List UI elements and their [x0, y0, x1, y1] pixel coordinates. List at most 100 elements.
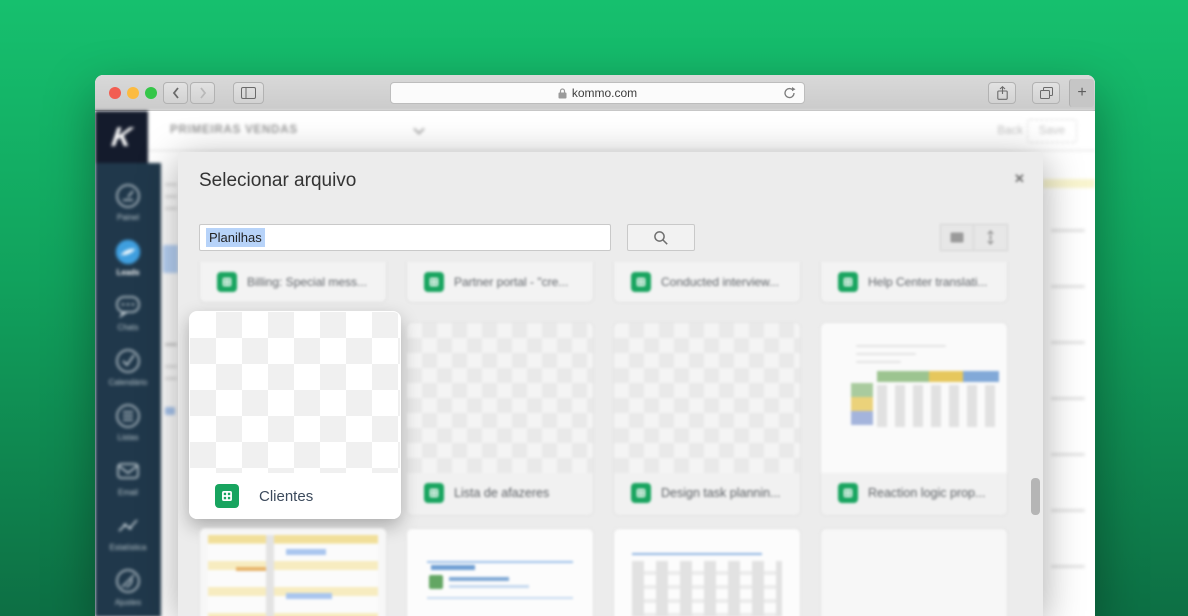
search-button[interactable] [627, 224, 695, 251]
sidebar-label: Calendário [108, 378, 148, 387]
sort-button[interactable] [974, 224, 1008, 251]
file-card[interactable]: Reaction logic prop... [820, 322, 1008, 516]
sheets-icon [631, 272, 651, 292]
file-row-item[interactable]: Partner portal - "cre... [406, 262, 594, 303]
sidebar-toggle-button[interactable] [233, 82, 264, 104]
grid-view-button[interactable] [940, 224, 974, 251]
file-thumbnail [614, 323, 800, 473]
sort-arrows-icon [986, 230, 995, 245]
sidebar-item-chats[interactable]: Chats [95, 291, 161, 332]
address-url: kommo.com [571, 86, 638, 100]
link-fragment [165, 407, 175, 415]
sheets-icon [215, 484, 239, 508]
file-thumbnail-transparent [190, 312, 400, 474]
highlight-row-fragment [1043, 179, 1095, 188]
tab-overview-button[interactable] [1032, 82, 1060, 104]
file-thumbnail [407, 529, 593, 616]
sidebar-item-estatistica[interactable]: Estatística [95, 511, 161, 552]
tabs-icon [1039, 87, 1053, 99]
plus-icon: + [1077, 84, 1087, 101]
pipeline-title[interactable]: PRIMEIRAS VENDAS [170, 124, 298, 136]
list-icon [113, 401, 143, 431]
minimize-window-button[interactable] [127, 87, 139, 99]
lock-icon [558, 87, 567, 99]
sheets-icon [424, 483, 444, 503]
chevron-left-icon [172, 87, 180, 99]
leads-icon [113, 236, 143, 266]
share-icon [996, 86, 1008, 100]
sheets-icon [838, 483, 858, 503]
sidebar-item-ajustes[interactable]: Ajustes [95, 566, 161, 607]
new-tab-button[interactable]: + [1069, 79, 1094, 107]
address-bar[interactable]: kommo.com [390, 82, 805, 104]
file-title: Lista de afazeres [454, 486, 550, 500]
zoom-window-button[interactable] [145, 87, 157, 99]
sidebar-label: Leads [116, 268, 140, 277]
sidebar-item-calendario[interactable]: Calendário [95, 346, 161, 387]
app-header: PRIMEIRAS VENDAS Back Save [148, 111, 1095, 151]
sidebar-label: Estatística [109, 543, 147, 552]
file-card[interactable] [406, 528, 594, 616]
file-card[interactable]: Lista de afazeres [406, 322, 594, 516]
file-title: Conducted interview... [661, 275, 780, 289]
envelope-icon [113, 456, 143, 486]
sheets-icon [631, 483, 651, 503]
file-card[interactable] [613, 528, 801, 616]
close-icon[interactable]: ✕ [1014, 171, 1025, 187]
sidebar-item-email[interactable]: Email [95, 456, 161, 497]
web-page: K PRIMEIRAS VENDAS Back Save Painel Lead… [95, 111, 1095, 616]
chevron-right-icon [199, 87, 207, 99]
chevron-down-icon[interactable] [413, 127, 425, 135]
check-circle-icon [113, 346, 143, 376]
grid-view-icon [950, 232, 964, 243]
file-title: Clientes [259, 487, 314, 505]
sidebar-item-painel[interactable]: Painel [95, 181, 161, 222]
sidebar-label: Listas [117, 433, 139, 442]
file-thumbnail [821, 323, 1007, 473]
file-card[interactable] [199, 528, 387, 616]
browser-toolbar: kommo.com + [95, 75, 1095, 111]
search-input[interactable]: Planilhas [199, 224, 611, 251]
dashboard-icon [113, 181, 143, 211]
stats-icon [113, 511, 143, 541]
refresh-icon[interactable] [783, 86, 796, 100]
kommo-logo-icon: K [109, 121, 134, 152]
file-title: Design task plannin... [661, 486, 781, 500]
file-title: Billing: Special mess... [247, 275, 368, 289]
sidebar-label: Ajustes [114, 598, 142, 607]
file-title: Partner portal - "cre... [454, 275, 569, 289]
sheets-icon [424, 272, 444, 292]
sidebar-item-leads[interactable]: Leads [95, 236, 161, 277]
sidebar-item-listas[interactable]: Listas [95, 401, 161, 442]
page-content-left [161, 151, 178, 616]
selected-file-card[interactable]: Clientes [189, 311, 401, 519]
file-row-item[interactable]: Help Center translati... [820, 262, 1008, 303]
modal-title: Selecionar arquivo [199, 170, 357, 191]
sheets-icon [217, 272, 237, 292]
file-thumbnail [208, 535, 378, 616]
file-row-item[interactable]: Billing: Special mess... [199, 262, 387, 303]
app-sidebar: Painel Leads Chats Calendário Listas Ema… [95, 163, 161, 616]
view-toggle-group [940, 224, 1008, 251]
sidebar-label: Email [117, 488, 138, 497]
file-card[interactable] [820, 528, 1008, 616]
forward-button[interactable] [190, 82, 215, 104]
kommo-logo[interactable]: K [95, 111, 148, 163]
file-thumbnail [407, 323, 593, 473]
back-link[interactable]: Back [997, 125, 1023, 137]
sidebar-icon [241, 87, 256, 99]
file-thumbnail [614, 529, 800, 616]
chat-icon [113, 291, 143, 321]
sidebar-label: Chats [117, 323, 139, 332]
selected-row-fragment [163, 245, 178, 273]
modal-scrollbar-thumb[interactable] [1031, 478, 1040, 515]
close-window-button[interactable] [109, 87, 121, 99]
sheets-icon [838, 272, 858, 292]
back-button[interactable] [163, 82, 188, 104]
file-card[interactable]: Design task plannin... [613, 322, 801, 516]
settings-icon [113, 566, 143, 596]
browser-window: kommo.com + K PRIMEIRAS VENDAS Back Save… [95, 75, 1095, 616]
file-row-item[interactable]: Conducted interview... [613, 262, 801, 303]
save-button[interactable]: Save [1026, 119, 1077, 143]
share-button[interactable] [988, 82, 1016, 104]
